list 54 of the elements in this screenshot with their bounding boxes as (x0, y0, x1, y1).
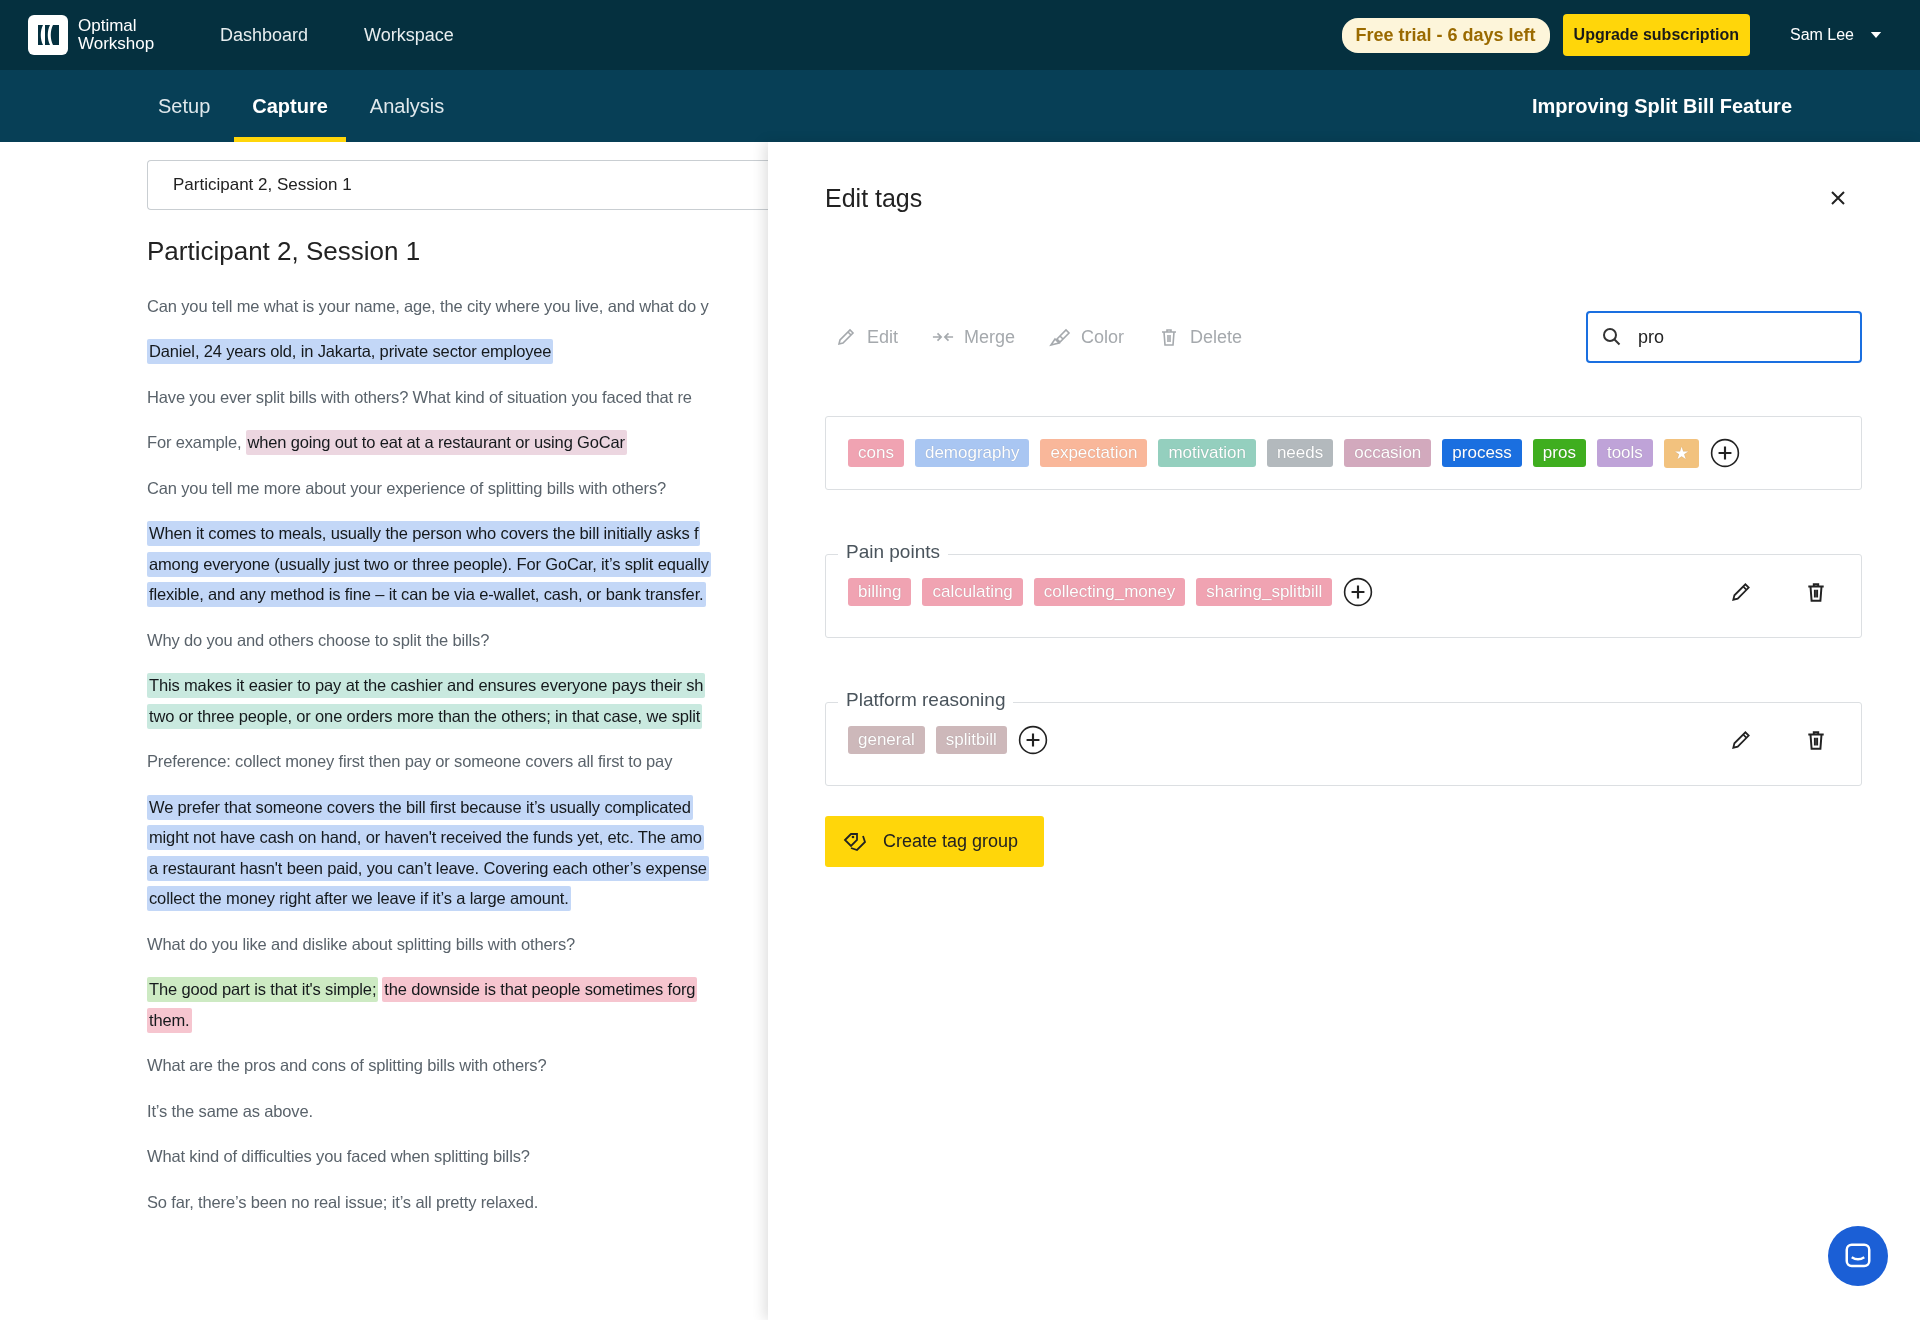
add-icon[interactable] (1709, 438, 1740, 468)
highlighted-text[interactable]: might not have cash on hand, or haven't received the funds yet, etc. The amo (147, 825, 704, 851)
highlighted-text[interactable]: The good part is that it's simple; (147, 977, 379, 1003)
upgrade-button[interactable]: Upgrade subscription (1562, 14, 1750, 56)
highlighted-text[interactable]: the downside is that people sometimes forg (382, 977, 698, 1003)
caret-icon[interactable] (1870, 31, 1882, 39)
transcript-text: So far, there’s been no real issue; it’s all pretty relaxed. (147, 1192, 539, 1212)
highlighted-text[interactable]: collect the money right after we leave if it’s a large amount. (147, 886, 571, 912)
add-icon[interactable] (1343, 577, 1374, 607)
tag-chip[interactable]: process (1442, 439, 1522, 467)
project-title: Improving Split Bill Feature (1531, 94, 1792, 118)
transcript-text: What kind of difficulties you faced when splitting bills? (147, 1147, 530, 1167)
nav-link[interactable]: Dashboard (220, 24, 309, 46)
highlighted-text[interactable]: Daniel, 24 years old, in Jakarta, private sector employee (147, 339, 554, 365)
close-icon[interactable] (1830, 190, 1846, 206)
highlighted-text[interactable]: This makes it easier to pay at the cashier and ensures everyone pays their sh (147, 673, 706, 699)
highlighted-text[interactable]: them. (147, 1007, 192, 1033)
edit-icon[interactable] (1730, 581, 1752, 603)
session-select[interactable]: Participant 2, Session 1 (147, 160, 768, 210)
logo-text: Optimal Workshop (78, 17, 156, 53)
create-tag-group-button[interactable]: Create tag group (825, 816, 1045, 867)
transcript-text: Can you tell me what is your name, age, the city where you live, and what do y (147, 296, 709, 316)
highlighted-text[interactable]: We prefer that someone covers the bill first because it’s usually complicated (147, 794, 693, 820)
trial-badge: Free trial - 6 days left (1341, 17, 1550, 53)
transcript-text: Why do you and others choose to split the bills? (147, 630, 490, 650)
pencil-icon (835, 327, 857, 347)
transcript-text: What are the pros and cons of splitting bills with others? (147, 1056, 547, 1076)
highlighted-text[interactable]: a restaurant hasn't been paid, you can’t leave. Covering each other’s expense (147, 855, 709, 881)
transcript-text: Have you ever split bills with others? What kind of situation you faced that re (147, 387, 692, 407)
highlighted-text[interactable]: among everyone (usually just two or three people). For GoCar, it’s split equally (147, 551, 711, 577)
brush-icon (1049, 327, 1072, 347)
transcript-title: Participant 2, Session 1 (147, 236, 422, 267)
logo-icon[interactable] (28, 15, 68, 55)
edit-icon[interactable] (1730, 729, 1752, 751)
transcript-text: For example, (147, 433, 242, 453)
highlighted-text[interactable]: when going out to eat at a restaurant or using GoCar (245, 430, 627, 456)
nav-link[interactable]: Workspace (364, 24, 454, 46)
tab[interactable]: Analysis (351, 70, 463, 142)
delete-icon[interactable] (1805, 581, 1827, 603)
highlighted-text[interactable]: flexible, and any method is fine – it can be via e-wallet, cash, or bank transfer. (147, 582, 706, 608)
highlighted-text[interactable]: When it comes to meals, usually the person who covers the bill initially asks f (147, 521, 701, 547)
delete-icon[interactable] (1805, 729, 1827, 751)
transcript-text: Can you tell me more about your experience of splitting bills with others? (147, 478, 666, 498)
transcript-text: What do you like and dislike about splitting bills with others? (147, 934, 576, 954)
search-field[interactable]: pro (1586, 311, 1862, 363)
highlighted-text[interactable]: two or three people, or one orders more than the others; in that case, we split (147, 703, 703, 729)
search-icon (1602, 327, 1622, 347)
add-icon[interactable] (1017, 725, 1048, 755)
transcript-text: It’s the same as above. (147, 1101, 313, 1121)
panel-title: Edit tags (825, 183, 923, 213)
tag-icon (843, 831, 869, 852)
user-name[interactable]: Sam Lee (1789, 26, 1854, 44)
transcript-text: Preference: collect money first then pay or someone covers all first to pay (147, 752, 673, 772)
tab[interactable]: Setup (140, 70, 229, 142)
